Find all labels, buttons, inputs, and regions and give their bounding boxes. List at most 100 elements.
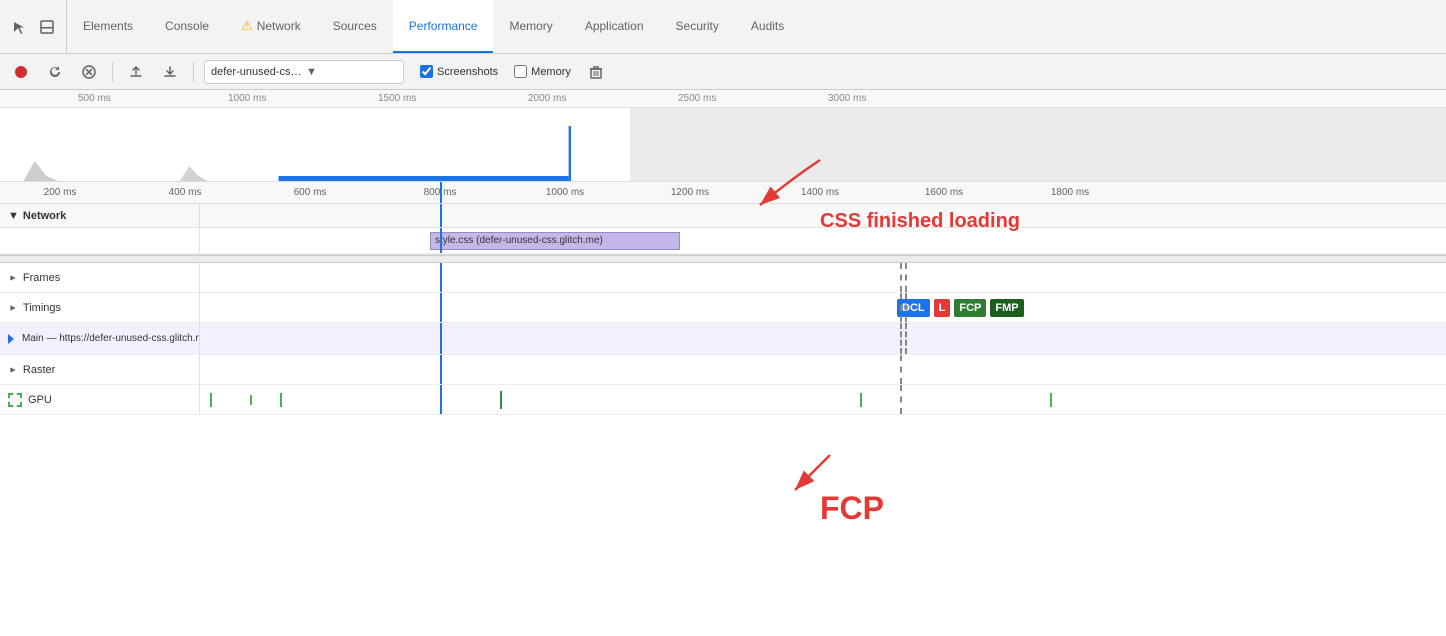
frames-label[interactable]: ▼ Frames bbox=[0, 263, 200, 292]
tab-console[interactable]: Console bbox=[149, 0, 225, 53]
warn-icon: ⚠ bbox=[241, 18, 253, 34]
three-dots: ··· bbox=[880, 208, 898, 222]
tab-performance[interactable]: Performance bbox=[393, 0, 494, 53]
raster-dashed bbox=[900, 355, 902, 384]
gpu-label: GPU bbox=[0, 385, 200, 414]
timeline-overview[interactable]: 500 ms 1000 ms 1500 ms 2000 ms 2500 ms 3… bbox=[0, 90, 1446, 182]
dock-icon[interactable] bbox=[36, 16, 58, 38]
tab-bar: Elements Console ⚠ Network Sources Perfo… bbox=[0, 0, 1446, 54]
ruler-600: 600 ms bbox=[294, 187, 327, 198]
gpu-dashes-icon bbox=[8, 393, 22, 407]
ruler-1000: 1000 ms bbox=[228, 93, 266, 104]
fcp-badge: FCP bbox=[954, 299, 986, 317]
gpu-dashed bbox=[900, 385, 902, 414]
panel-divider bbox=[0, 255, 1446, 263]
css-cursor-line bbox=[440, 228, 442, 253]
l-badge: L bbox=[934, 299, 951, 317]
tab-network[interactable]: ⚠ Network bbox=[225, 0, 317, 53]
ruler-1200: 1200 ms bbox=[671, 187, 709, 198]
frames-triangle: ▼ bbox=[7, 273, 17, 282]
network-label: ▼ Network bbox=[0, 204, 200, 227]
main-dashed-2 bbox=[905, 323, 907, 354]
ruler-1800: 1800 ms bbox=[1051, 187, 1089, 198]
url-dropdown[interactable]: defer-unused-css.glitch.... ▼ bbox=[204, 60, 404, 84]
gpu-tick-2 bbox=[250, 395, 252, 405]
cursor-icon[interactable] bbox=[8, 16, 30, 38]
screenshots-checkbox[interactable] bbox=[420, 65, 433, 78]
screenshots-group: Screenshots bbox=[420, 65, 498, 78]
ruler-2000: 2000 ms bbox=[528, 93, 566, 104]
ruler-200: 200 ms bbox=[44, 187, 77, 198]
ruler-1600: 1600 ms bbox=[925, 187, 963, 198]
raster-triangle: ▼ bbox=[7, 365, 17, 374]
timings-dashed-2 bbox=[905, 293, 907, 322]
gpu-tick-3 bbox=[280, 393, 282, 407]
download-button[interactable] bbox=[157, 59, 183, 85]
timings-dashed-1 bbox=[900, 293, 902, 322]
main-content: 500 ms 1000 ms 1500 ms 2000 ms 2500 ms 3… bbox=[0, 90, 1446, 636]
mini-chart bbox=[0, 108, 1446, 181]
frames-cursor bbox=[440, 263, 442, 292]
network-bars-area: ··· bbox=[200, 204, 1446, 227]
timings-content: DCL L FCP FMP bbox=[200, 293, 1446, 322]
clear-button[interactable] bbox=[583, 59, 609, 85]
main-play-icon bbox=[8, 334, 18, 344]
main-cursor bbox=[440, 323, 442, 354]
ruler-1500: 1500 ms bbox=[378, 93, 416, 104]
gpu-row: GPU bbox=[0, 385, 1446, 415]
divider-2 bbox=[193, 62, 194, 82]
gpu-tick-5 bbox=[860, 393, 862, 407]
tab-memory[interactable]: Memory bbox=[493, 0, 568, 53]
main-row: Main — https://defer-unused-css.glitch.m… bbox=[0, 323, 1446, 355]
gpu-tick-6 bbox=[1050, 393, 1052, 407]
raster-content bbox=[200, 355, 1446, 384]
css-request-row: style.css (defer-unused-css.glitch.me) bbox=[0, 228, 1446, 254]
screenshots-label[interactable]: Screenshots bbox=[437, 66, 498, 78]
stop-button[interactable] bbox=[76, 59, 102, 85]
toolbar: defer-unused-css.glitch.... ▼ Screenshot… bbox=[0, 54, 1446, 90]
main-label[interactable]: Main — https://defer-unused-css.glitch.m… bbox=[0, 323, 200, 354]
divider-1 bbox=[112, 62, 113, 82]
network-triangle: ▼ bbox=[8, 210, 19, 222]
gpu-tick-4 bbox=[500, 391, 502, 409]
time-ruler: 200 ms 400 ms 600 ms 800 ms 1000 ms 1200… bbox=[0, 182, 1446, 204]
timings-cursor bbox=[440, 293, 442, 322]
tab-elements[interactable]: Elements bbox=[67, 0, 149, 53]
memory-checkbox[interactable] bbox=[514, 65, 527, 78]
tab-sources[interactable]: Sources bbox=[317, 0, 393, 53]
css-request-content: style.css (defer-unused-css.glitch.me) bbox=[200, 228, 1446, 253]
url-text: defer-unused-css.glitch.... bbox=[211, 66, 302, 78]
ruler-500: 500 ms bbox=[78, 93, 111, 104]
raster-label[interactable]: ▼ Raster bbox=[0, 355, 200, 384]
cursor-ruler bbox=[440, 182, 442, 203]
ruler-1400: 1400 ms bbox=[801, 187, 839, 198]
ruler-2500: 2500 ms bbox=[678, 93, 716, 104]
css-bar[interactable]: style.css (defer-unused-css.glitch.me) bbox=[430, 232, 680, 250]
main-content bbox=[200, 323, 1446, 354]
upload-button[interactable] bbox=[123, 59, 149, 85]
tab-audits[interactable]: Audits bbox=[735, 0, 800, 53]
fmp-badge: FMP bbox=[990, 299, 1023, 317]
raster-row: ▼ Raster bbox=[0, 355, 1446, 385]
dropdown-arrow-icon: ▼ bbox=[306, 66, 397, 78]
tab-security[interactable]: Security bbox=[660, 0, 735, 53]
frames-dashed-2 bbox=[905, 263, 907, 292]
main-dashed-1 bbox=[900, 323, 902, 354]
ruler-1000: 1000 ms bbox=[546, 187, 584, 198]
css-request-label bbox=[0, 228, 200, 253]
memory-group: Memory bbox=[514, 65, 571, 78]
tab-application[interactable]: Application bbox=[569, 0, 660, 53]
devtools-icons bbox=[0, 0, 67, 53]
gpu-cursor bbox=[440, 385, 442, 414]
network-section: ▼ Network ··· style.css (defer-unused-cs… bbox=[0, 204, 1446, 255]
reload-button[interactable] bbox=[42, 59, 68, 85]
timings-triangle: ▼ bbox=[7, 303, 17, 312]
timings-label[interactable]: ▼ Timings bbox=[0, 293, 200, 322]
memory-label[interactable]: Memory bbox=[531, 66, 571, 78]
record-button[interactable] bbox=[8, 59, 34, 85]
network-cursor-line bbox=[440, 204, 442, 227]
frames-dashed-1 bbox=[900, 263, 902, 292]
fcp-annotation-text: FCP bbox=[820, 490, 884, 526]
fcp-annotation: FCP bbox=[820, 490, 884, 527]
main-section-label: Main — https://defer-unused-css.glitch.m… bbox=[22, 333, 200, 344]
